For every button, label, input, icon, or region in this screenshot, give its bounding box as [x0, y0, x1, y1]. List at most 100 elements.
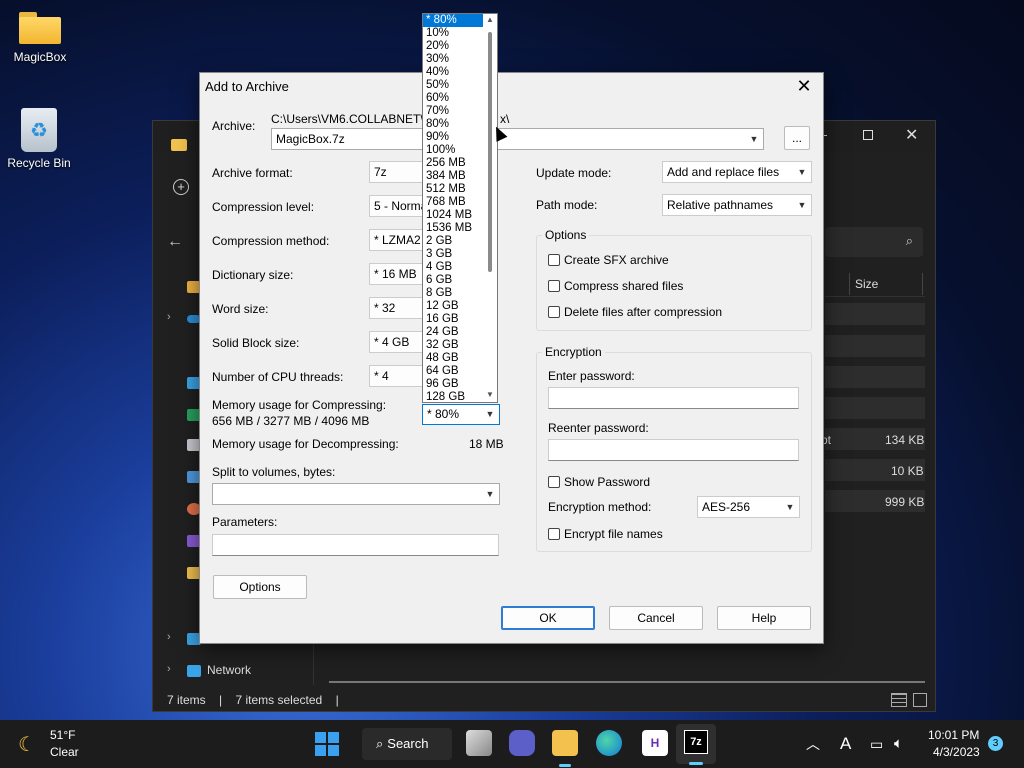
tiles-view-icon[interactable] — [913, 693, 927, 707]
weather-temp[interactable]: 51°F — [50, 728, 75, 742]
memory-usage-combo[interactable]: * 80% ▼ — [422, 404, 500, 425]
file-explorer-icon[interactable] — [552, 730, 578, 756]
explorer-search-box[interactable]: ⌕ — [825, 227, 923, 257]
enter-password-input[interactable] — [548, 387, 799, 409]
dropdown-option[interactable]: 3 GB — [423, 248, 483, 261]
dropdown-option[interactable]: 10% — [423, 27, 483, 40]
weather-desc[interactable]: Clear — [50, 745, 79, 759]
dropdown-option[interactable]: 256 MB — [423, 157, 483, 170]
browse-button[interactable]: ... — [784, 126, 810, 150]
dropdown-option[interactable]: 80% — [423, 118, 483, 131]
dropdown-option[interactable]: 12 GB — [423, 300, 483, 313]
7zip-taskbar-button[interactable]: 7z — [676, 724, 716, 765]
weather-icon[interactable]: ☾ — [18, 732, 36, 757]
encrypt-filenames-checkbox[interactable]: Encrypt file names — [548, 527, 663, 541]
new-icon[interactable]: + — [173, 179, 189, 195]
maximize-icon[interactable] — [863, 130, 873, 140]
path-mode-combo[interactable]: Relative pathnames ▼ — [662, 194, 812, 216]
desktop-icon-magicbox[interactable]: MagicBox — [2, 12, 78, 64]
details-view-icon[interactable] — [891, 693, 907, 707]
parameters-input[interactable] — [212, 534, 499, 556]
word-size-combo[interactable]: * 32 — [369, 297, 423, 319]
dropdown-option[interactable]: 8 GB — [423, 287, 483, 300]
dropdown-option[interactable]: 128 GB — [423, 391, 483, 402]
search-button[interactable]: ⌕ Search — [362, 728, 452, 760]
sidebar-chevron-icon[interactable]: › — [167, 311, 171, 323]
dropdown-option[interactable]: 20% — [423, 40, 483, 53]
dropdown-option[interactable]: 60% — [423, 92, 483, 105]
close-button[interactable]: ✕ — [791, 75, 817, 97]
create-sfx-checkbox[interactable]: Create SFX archive — [548, 253, 669, 267]
dropdown-option[interactable]: 768 MB — [423, 196, 483, 209]
dropdown-option[interactable]: 6 GB — [423, 274, 483, 287]
scrollbar-thumb[interactable] — [488, 32, 492, 272]
sidebar-chevron-icon[interactable]: › — [167, 631, 171, 643]
ime-indicator[interactable]: A — [840, 720, 851, 768]
cancel-button[interactable]: Cancel — [609, 606, 703, 630]
horizontal-scrollbar[interactable] — [329, 681, 925, 683]
delete-after-checkbox[interactable]: Delete files after compression — [548, 305, 722, 319]
dropdown-option[interactable]: 100% — [423, 144, 483, 157]
dropdown-option[interactable]: 2 GB — [423, 235, 483, 248]
options-button[interactable]: Options — [213, 575, 307, 599]
start-button[interactable] — [315, 732, 339, 756]
desktop-icon-recycle-bin[interactable]: Recycle Bin — [1, 108, 77, 170]
dropdown-option[interactable]: * 80% — [423, 14, 483, 27]
dropdown-option[interactable]: 512 MB — [423, 183, 483, 196]
dropdown-option[interactable]: 96 GB — [423, 378, 483, 391]
compress-shared-checkbox[interactable]: Compress shared files — [548, 279, 683, 293]
file-row[interactable] — [825, 366, 925, 388]
update-mode-combo[interactable]: Add and replace files ▼ — [662, 161, 812, 183]
dropdown-option[interactable]: 24 GB — [423, 326, 483, 339]
sidebar-item-network[interactable]: Network — [207, 663, 251, 677]
dropdown-option[interactable]: 384 MB — [423, 170, 483, 183]
dropdown-option[interactable]: 64 GB — [423, 365, 483, 378]
clock-date[interactable]: 4/3/2023 — [933, 745, 980, 759]
compression-method-combo[interactable]: * LZMA2 — [369, 229, 423, 251]
dropdown-option[interactable]: 16 GB — [423, 313, 483, 326]
help-button[interactable]: Help — [717, 606, 811, 630]
scroll-down-icon[interactable]: ▼ — [485, 390, 495, 399]
compression-level-combo[interactable]: 5 - Normal — [369, 195, 423, 217]
show-password-checkbox[interactable]: Show Password — [548, 475, 650, 489]
file-row[interactable] — [825, 397, 925, 419]
dropdown-option[interactable]: 40% — [423, 66, 483, 79]
cpu-threads-combo[interactable]: * 4 — [369, 365, 423, 387]
close-icon[interactable]: ✕ — [905, 125, 918, 145]
chat-icon[interactable] — [509, 730, 535, 756]
solid-block-size-combo[interactable]: * 4 GB — [369, 331, 423, 353]
back-arrow-icon[interactable]: ← — [167, 233, 183, 251]
dropdown-option[interactable]: 1536 MB — [423, 222, 483, 235]
dropdown-option[interactable]: 1024 MB — [423, 209, 483, 222]
notification-badge[interactable]: 3 — [988, 736, 1003, 751]
edge-icon[interactable] — [596, 730, 622, 756]
reenter-password-input[interactable] — [548, 439, 799, 461]
volume-icon[interactable]: 🔈︎ — [894, 720, 903, 768]
memory-usage-dropdown-list[interactable]: * 80% 10% 20% 30% 40% 50% 60% 70% 80% 90% 100% 256 … — [422, 13, 498, 403]
dictionary-size-combo[interactable]: * 16 MB — [369, 263, 423, 285]
file-row[interactable] — [825, 335, 925, 357]
dropdown-option[interactable]: 90% — [423, 131, 483, 144]
encryption-method-combo[interactable]: AES-256 ▼ — [697, 496, 800, 518]
dropdown-option[interactable]: 32 GB — [423, 339, 483, 352]
h-app-icon[interactable]: H — [642, 730, 668, 756]
dropdown-option[interactable]: 70% — [423, 105, 483, 118]
ok-button[interactable]: OK — [501, 606, 595, 630]
archive-name-combo[interactable]: MagicBox.7z ▼ — [271, 128, 764, 150]
sidebar-chevron-icon[interactable]: › — [167, 663, 171, 675]
network-icon[interactable] — [187, 665, 201, 677]
task-view-icon[interactable] — [466, 730, 492, 756]
split-volumes-combo[interactable]: ▼ — [212, 483, 500, 505]
archive-format-combo[interactable]: 7z — [369, 161, 423, 183]
network-icon[interactable]: ▭ — [870, 720, 883, 768]
dropdown-scrollbar[interactable]: ▲ ▼ — [483, 14, 497, 402]
file-row[interactable] — [825, 303, 925, 325]
dropdown-option[interactable]: 30% — [423, 53, 483, 66]
dropdown-option[interactable]: 48 GB — [423, 352, 483, 365]
show-hidden-icons-icon[interactable]: ︿ — [806, 720, 820, 768]
dropdown-option[interactable]: 50% — [423, 79, 483, 92]
clock-time[interactable]: 10:01 PM — [928, 728, 979, 742]
scroll-up-icon[interactable]: ▲ — [485, 15, 495, 24]
dropdown-option[interactable]: 4 GB — [423, 261, 483, 274]
column-header-size[interactable]: Size — [855, 277, 878, 291]
